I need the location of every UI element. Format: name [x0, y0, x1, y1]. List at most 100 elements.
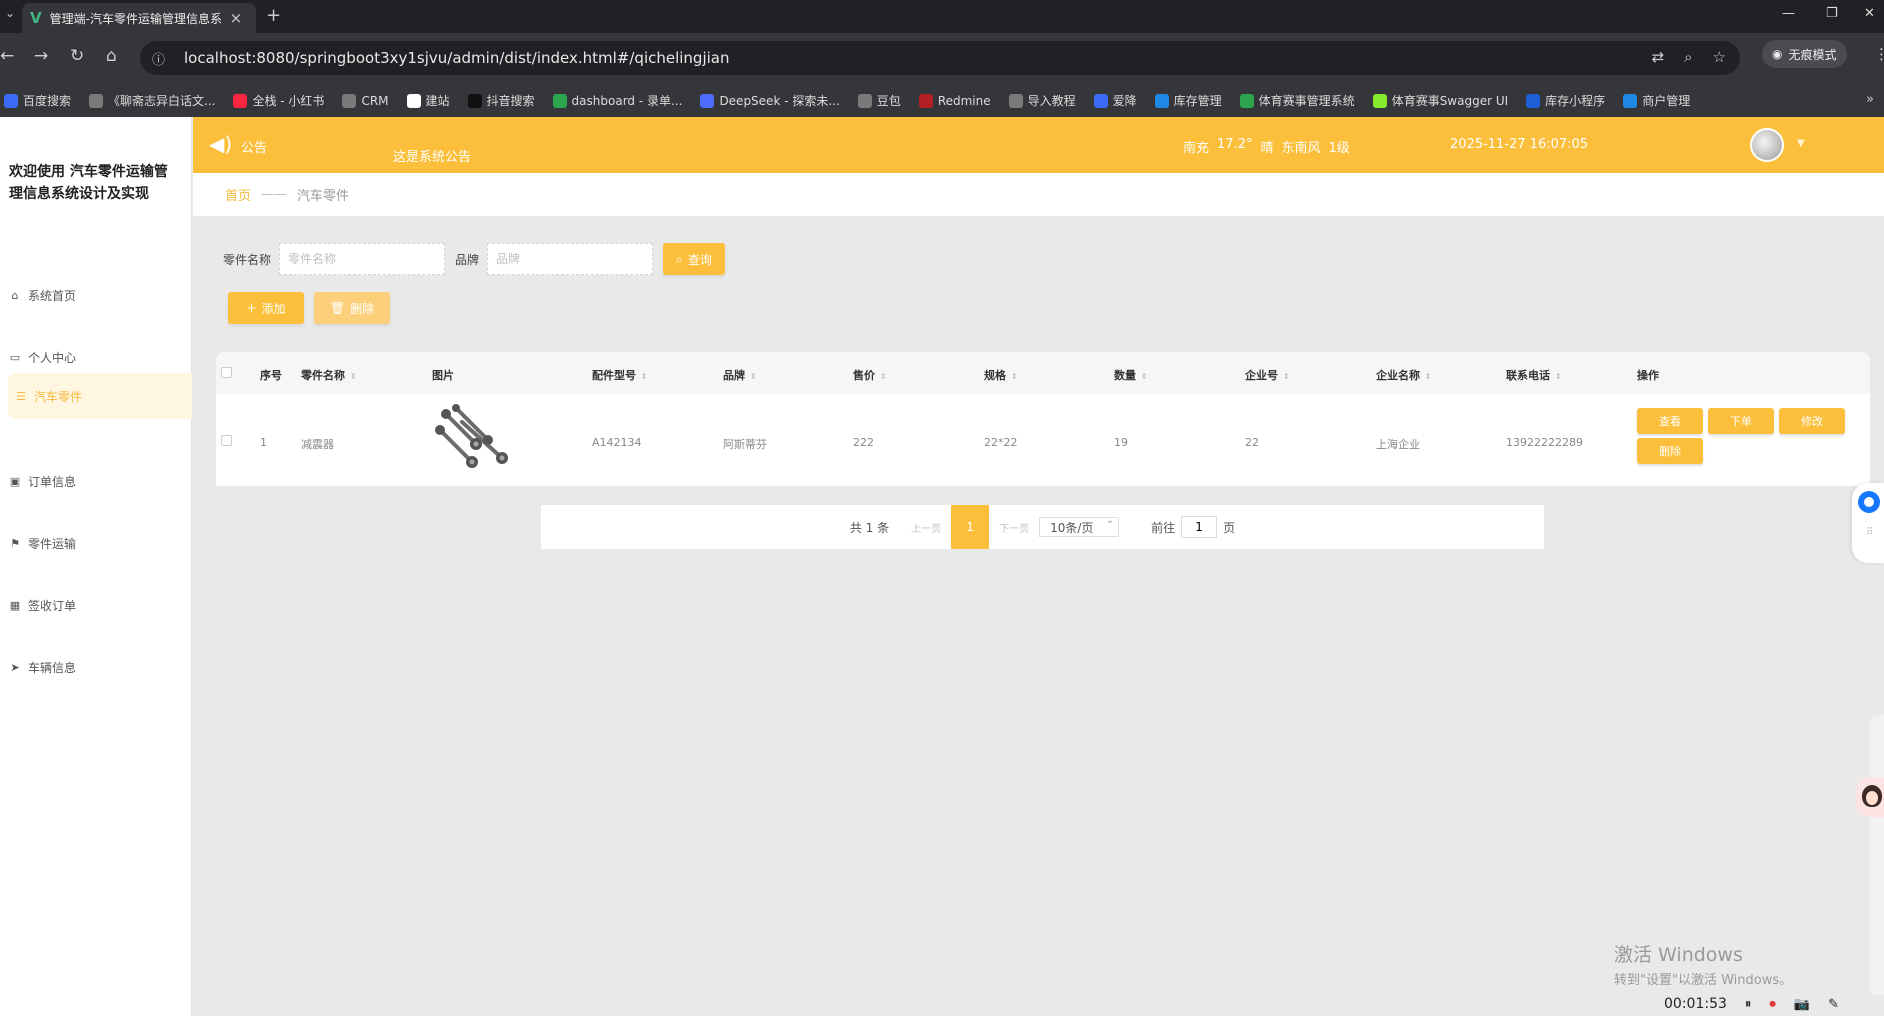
address-bar[interactable]: ⓘ localhost:8080/springboot3xy1sjvu/admi… [140, 41, 1740, 75]
bookmark-favicon-icon [1154, 93, 1169, 108]
restore-icon[interactable]: ❐ [1826, 6, 1838, 21]
translate-icon[interactable]: ⇄ [1652, 48, 1665, 66]
bookmark-item[interactable]: 体育赛事Swagger UI [1372, 92, 1508, 109]
tab-close-icon[interactable]: × [230, 9, 243, 27]
bookmark-item[interactable]: Redmine [918, 93, 991, 108]
bookmark-label: 百度搜索 [23, 94, 72, 108]
col-name[interactable]: 零件名称 ⇕ [301, 367, 357, 383]
camera-icon[interactable]: 📷 [1794, 997, 1810, 1012]
prev-page-button[interactable]: 上一页 [911, 520, 941, 535]
bookmark-favicon-icon [700, 93, 715, 108]
page-size-select[interactable]: 10条/页 [1039, 515, 1120, 537]
sidebar-item-label: 系统首页 [28, 288, 77, 303]
sidebar-item-auto-parts[interactable]: ☰ 汽车零件 [8, 373, 192, 419]
side-tool-strip[interactable] [1870, 715, 1884, 995]
incognito-badge[interactable]: ◉ 无痕模式 [1762, 40, 1847, 68]
bookmark-label: 商户管理 [1642, 94, 1691, 108]
col-brand[interactable]: 品牌 ⇕ [723, 367, 757, 383]
floating-helper-widget[interactable]: ⠿ [1852, 483, 1884, 563]
bookmark-favicon-icon [1623, 93, 1638, 108]
forward-icon[interactable]: → [34, 46, 48, 66]
bookmark-item[interactable]: 豆包 [857, 92, 901, 109]
cell-company-name: 上海企业 [1376, 438, 1420, 451]
bookmark-item[interactable]: 百度搜索 [4, 92, 71, 109]
cell-quantity: 19 [1114, 436, 1128, 449]
window-close-icon[interactable]: ✕ [1864, 6, 1875, 21]
avatar[interactable] [1750, 128, 1784, 162]
col-quantity[interactable]: 数量 ⇕ [1114, 367, 1148, 383]
edit-button[interactable]: 修改 [1779, 408, 1845, 434]
bookmark-item[interactable]: 导入教程 [1008, 92, 1076, 109]
reload-icon[interactable]: ↻ [70, 46, 84, 66]
view-button[interactable]: 查看 [1637, 408, 1703, 434]
new-tab-icon[interactable]: + [266, 5, 281, 26]
parts-table: 序号 零件名称 ⇕ 图片 配件型号 ⇕ 品牌 ⇕ 售价 ⇕ 规格 ⇕ 数量 ⇕ 企业号 ⇕ 企… [216, 352, 1870, 607]
breadcrumb-home[interactable]: 首页 [225, 185, 251, 204]
pause-icon[interactable]: ⏸ [1745, 997, 1752, 1012]
windows-activation-watermark: 激活 Windows 转到"设置"以激活 Windows。 [1614, 940, 1792, 988]
browser-tab-active[interactable]: V 管理端-汽车零件运输管理信息系统设计及实现 × [22, 3, 256, 33]
bookmark-star-icon[interactable]: ☆ [1713, 48, 1726, 66]
col-company-no[interactable]: 企业号 ⇕ [1245, 367, 1290, 383]
brand-input[interactable] [487, 243, 654, 275]
sidebar-item-orders[interactable]: ▣ 订单信息 [8, 458, 192, 504]
select-all-checkbox[interactable] [221, 367, 232, 378]
sidebar-item-transport[interactable]: ⚑ 零件运输 [8, 520, 192, 566]
sidebar-item-vehicles[interactable]: ➤ 车辆信息 [8, 644, 192, 690]
cell-price: 222 [853, 436, 874, 449]
chat-bubble-icon[interactable] [1858, 491, 1880, 513]
order-button[interactable]: 下单 [1708, 408, 1774, 434]
bookmarks-overflow-icon[interactable]: » [1866, 92, 1874, 107]
bookmark-item[interactable]: CRM [342, 93, 389, 108]
cell-phone: 13922222289 [1506, 436, 1583, 449]
bookmark-favicon-icon [89, 93, 104, 108]
bookmark-item[interactable]: 《聊斋志异白话文... [89, 92, 215, 109]
drag-handle-icon[interactable]: ⠿ [1866, 527, 1873, 538]
col-spec[interactable]: 规格 ⇕ [984, 367, 1018, 383]
chevron-down-icon[interactable]: ▼ [1797, 138, 1805, 149]
row-checkbox[interactable] [221, 435, 232, 446]
breadcrumb-current: 汽车零件 [297, 189, 350, 204]
minimize-icon[interactable]: — [1782, 6, 1795, 21]
bookmark-item[interactable]: 全栈 - 小红书 [233, 92, 324, 109]
bookmark-item[interactable]: 商户管理 [1623, 92, 1690, 109]
home-icon: ⌂ [11, 288, 19, 302]
bookmark-item[interactable]: DeepSeek - 探索未... [700, 92, 840, 109]
query-button[interactable]: ⌕ 查询 [663, 243, 726, 275]
site-info-icon[interactable]: ⓘ [152, 49, 172, 68]
pen-icon[interactable]: ✎ [1828, 997, 1839, 1012]
batch-delete-button[interactable]: 🗑 删除 [314, 292, 390, 324]
zoom-icon[interactable]: ⌕ [1684, 48, 1692, 66]
bookmark-label: Redmine [937, 93, 991, 108]
col-model[interactable]: 配件型号 ⇕ [592, 367, 648, 383]
col-company-name[interactable]: 企业名称 ⇕ [1376, 367, 1432, 383]
back-icon[interactable]: ← [0, 46, 14, 66]
part-name-input[interactable] [279, 243, 446, 275]
goto-page-input[interactable] [1181, 516, 1218, 538]
browser-menu-icon[interactable]: ⋮ [1874, 45, 1884, 63]
bookmark-item[interactable]: 建站 [406, 92, 450, 109]
bookmark-item[interactable]: 抖音搜索 [467, 92, 535, 109]
page-number-current[interactable]: 1 [951, 505, 990, 549]
bookmark-item[interactable]: 体育赛事管理系统 [1239, 92, 1355, 109]
assistant-avatar-icon[interactable] [1856, 777, 1884, 817]
plus-icon: + [246, 301, 257, 315]
sidebar-item-receipts[interactable]: ▦ 签收订单 [8, 582, 192, 628]
tab-search-icon[interactable]: ⌄ [0, 6, 20, 28]
sort-icon: ⇕ [1011, 372, 1018, 381]
next-page-button[interactable]: 下一页 [999, 520, 1029, 535]
col-price[interactable]: 售价 ⇕ [853, 367, 887, 383]
add-button[interactable]: + 添加 [228, 292, 304, 324]
sidebar-item-label: 个人中心 [28, 350, 77, 365]
bookmark-item[interactable]: 库存小程序 [1526, 92, 1605, 109]
delete-row-button[interactable]: 删除 [1637, 438, 1703, 464]
bookmark-item[interactable]: dashboard - 录单... [552, 92, 682, 109]
bookmark-item[interactable]: 爱降 [1093, 92, 1137, 109]
stop-record-icon[interactable]: ⏺ [1769, 997, 1776, 1012]
bookmark-item[interactable]: 库存管理 [1154, 92, 1222, 109]
bookmark-favicon-icon [1093, 93, 1108, 108]
home-browser-icon[interactable]: ⌂ [106, 46, 117, 66]
bookmark-label: 库存管理 [1173, 94, 1222, 108]
sidebar-item-home[interactable]: ⌂ 系统首页 [8, 272, 192, 318]
col-phone[interactable]: 联系电话 ⇕ [1506, 367, 1562, 383]
